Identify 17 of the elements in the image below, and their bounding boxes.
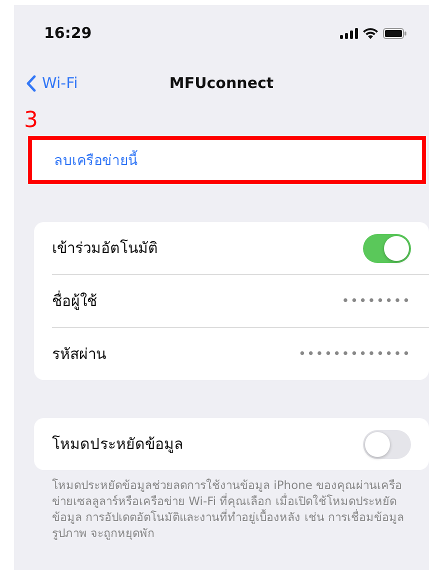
- wifi-icon: [363, 28, 378, 38]
- setting-label: ชื่อผู้ใช้: [52, 290, 97, 312]
- battery-icon: [383, 28, 407, 38]
- setting-label: เข้าร่วมอัตโนมัติ: [52, 238, 158, 259]
- signal-icon: [340, 28, 358, 38]
- footer-note: โหมดประหยัดข้อมูลช่วยลดการใช้งานข้อมูล iPhone ของคุณผ่านเครือข่ายเซลลูลาร์หรือเครือข่าย Wi-Fi ที่คุณเลือก เมื่อเปิดใช้โหมดประหยัดข้อมูล การอัปเดตอัตโนมัติและงานที่ทำอยู่เบื้องหลัง เช่น การเชื่อมข้อมูลรูปภาพ จะถูกหยุดพัก: [52, 477, 405, 541]
- toggle-switch[interactable]: [363, 234, 411, 262]
- setting-label: โหมดประหยัดข้อมูล: [52, 434, 183, 455]
- back-link[interactable]: Wi-Fi: [26, 74, 78, 92]
- chevron-left-icon: [26, 74, 36, 92]
- setting-label: รหัสผ่าน: [52, 344, 106, 365]
- masked-value: •••••••••••••: [298, 346, 411, 362]
- status-time: 16:29: [44, 24, 92, 42]
- toggle-switch[interactable]: [363, 430, 411, 458]
- step-number: 3: [24, 109, 38, 133]
- masked-value: ••••••••: [342, 294, 411, 308]
- page-title: MFUconnect: [169, 74, 274, 92]
